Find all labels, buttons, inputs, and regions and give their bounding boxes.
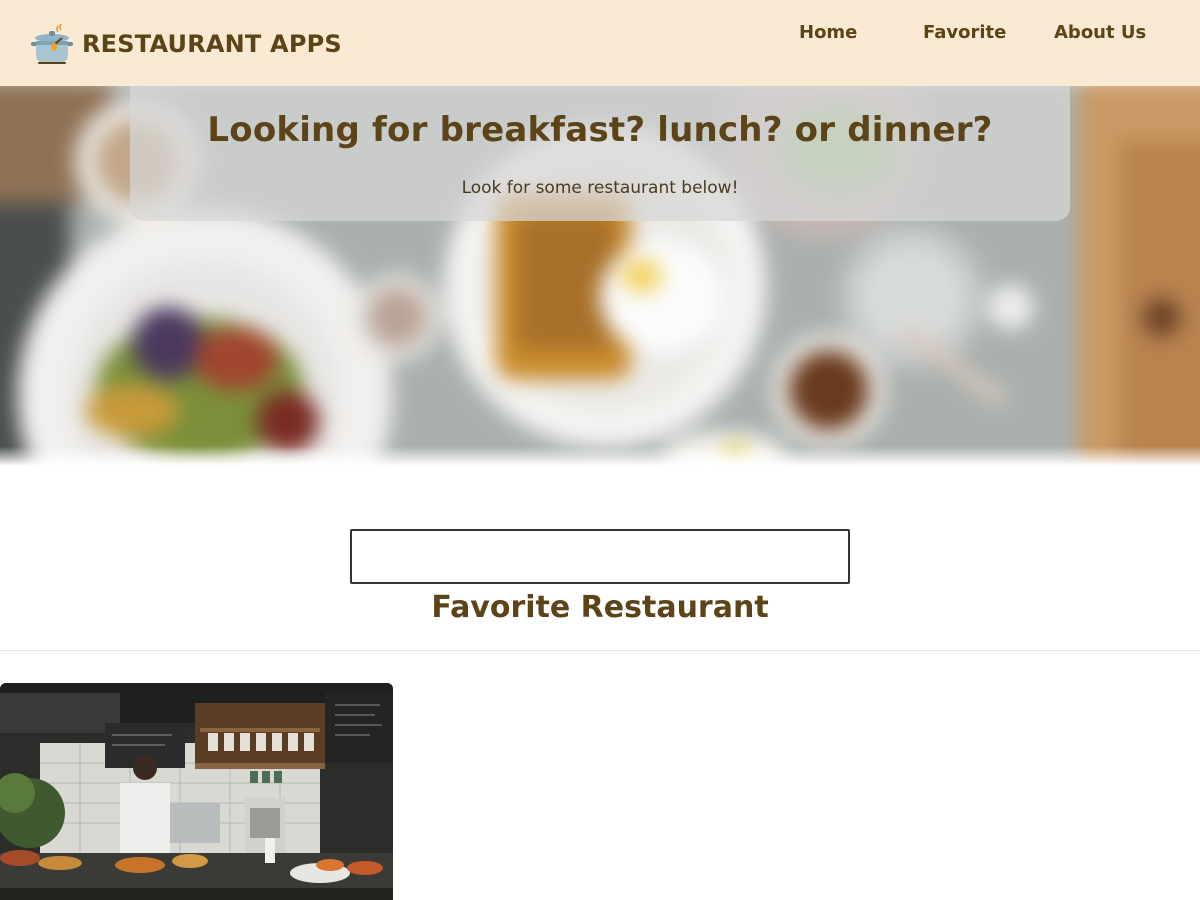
hero-title: Looking for breakfast? lunch? or dinner? [207,110,993,150]
hero-fade [0,446,1200,466]
search-input[interactable] [350,529,850,584]
nav-about-us-link[interactable]: About Us [1054,22,1146,43]
hero-subtitle: Look for some restaurant below! [461,178,739,198]
nav-home-link[interactable]: Home [799,22,857,43]
nav-favorite-link[interactable]: Favorite [923,22,1006,43]
main-nav: Home Favorite About Us [0,22,1200,48]
hero-card: Looking for breakfast? lunch? or dinner?… [130,86,1070,221]
restaurant-kitchen-photo [0,683,393,900]
section-divider [0,650,1200,651]
app-bar: RESTAURANT APPS Home Favorite About Us [0,0,1200,86]
restaurant-card[interactable] [0,683,393,900]
hero-banner: Looking for breakfast? lunch? or dinner?… [0,86,1200,466]
favorite-section-heading: Favorite Restaurant [431,590,769,625]
